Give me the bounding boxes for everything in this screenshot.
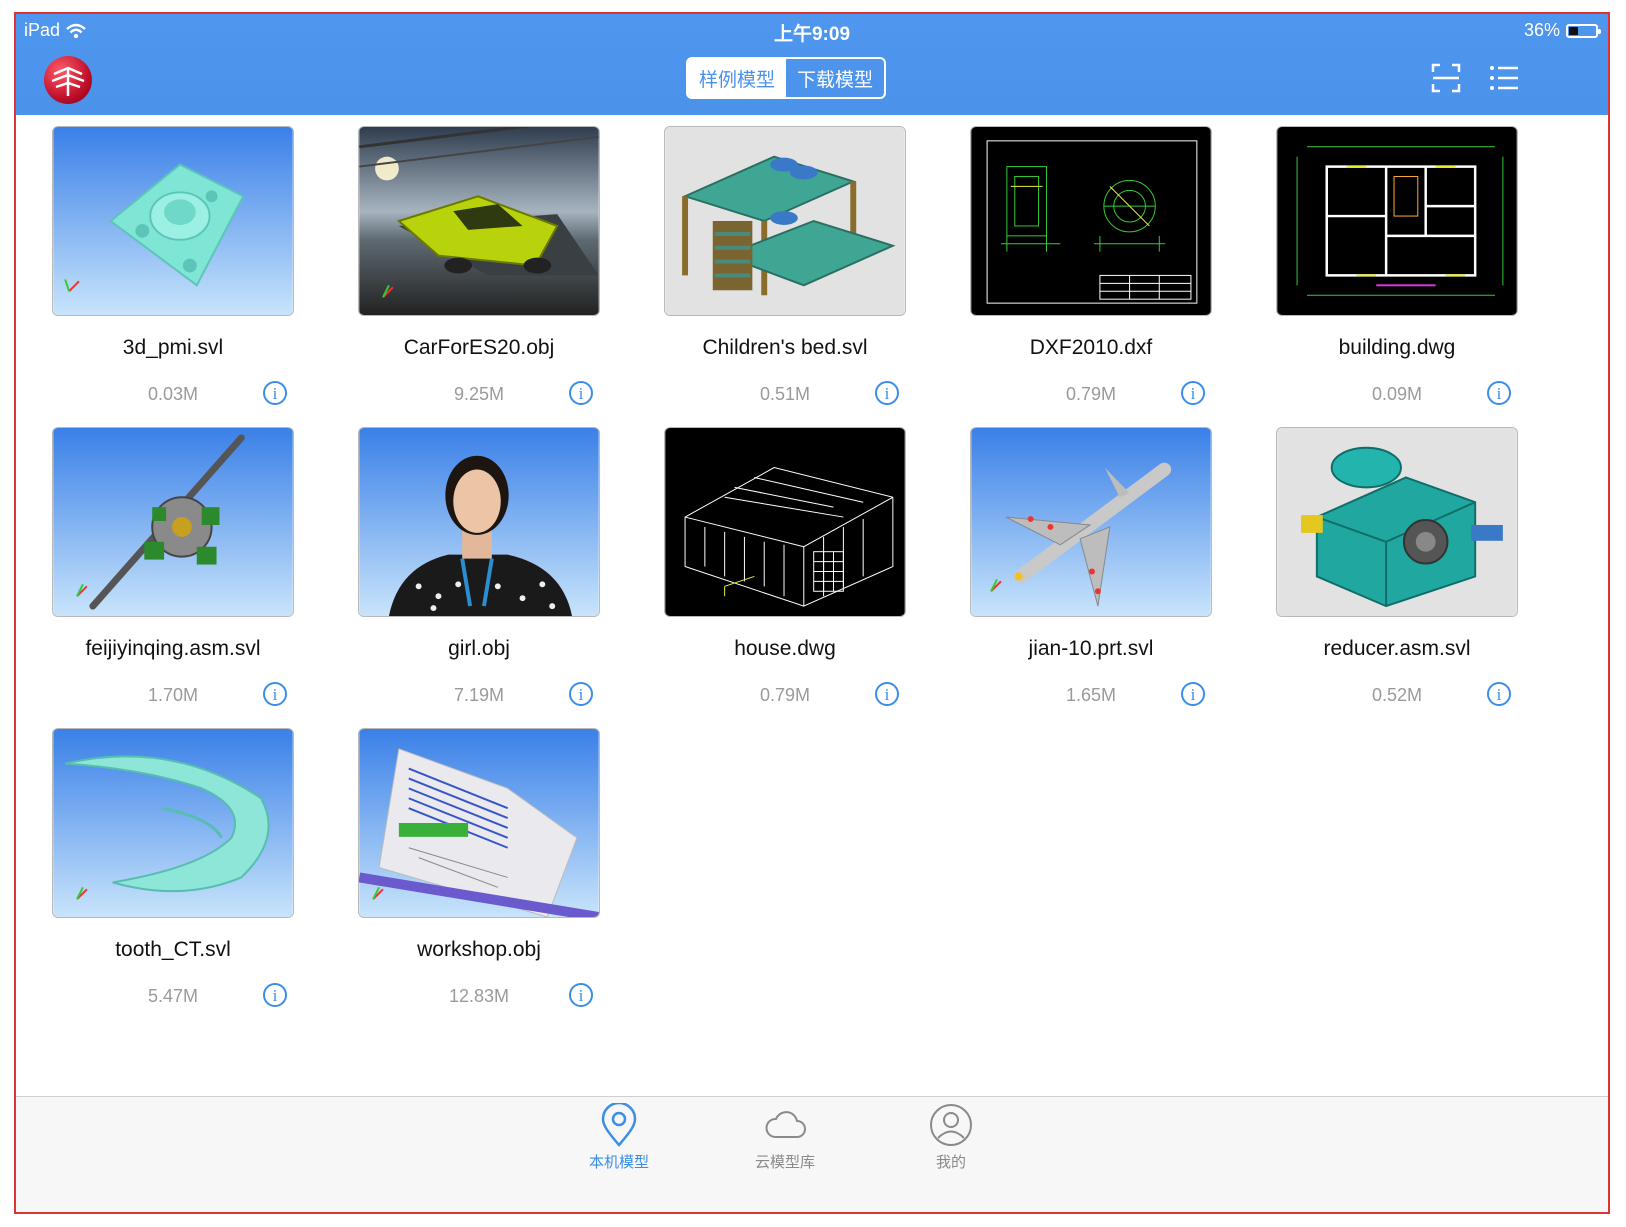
scan-icon[interactable] <box>1430 62 1462 94</box>
wireframe-house-thumbnail <box>665 428 905 616</box>
location-pin-icon <box>601 1103 637 1147</box>
info-icon[interactable]: i <box>1487 682 1511 706</box>
list-view-icon[interactable] <box>1488 62 1520 94</box>
model-name: building.dwg <box>1338 336 1456 359</box>
model-card[interactable]: jian-10.prt.svl 1.65M i <box>970 427 1212 717</box>
model-size: 0.03M <box>147 384 199 404</box>
model-card[interactable]: Children's bed.svl 0.51M i <box>664 126 906 416</box>
tab-local-models[interactable]: 本机模型 <box>564 1103 674 1172</box>
model-size: 1.65M <box>1065 685 1117 705</box>
model-name: jian-10.prt.svl <box>1028 637 1154 660</box>
logo-mark <box>51 66 85 96</box>
tab-label: 本机模型 <box>588 1154 649 1171</box>
model-name: house.dwg <box>734 637 836 660</box>
person-thumbnail <box>359 428 599 616</box>
model-size: 12.83M <box>448 986 510 1006</box>
model-name: CarForES20.obj <box>403 336 555 359</box>
model-size: 0.52M <box>1371 685 1423 705</box>
model-thumbnail[interactable] <box>358 427 600 617</box>
model-card[interactable]: 3d_pmi.svl 0.03M i <box>52 126 294 416</box>
info-icon[interactable]: i <box>263 682 287 706</box>
model-name: tooth_CT.svl <box>115 938 231 961</box>
user-icon <box>930 1104 972 1146</box>
info-icon[interactable]: i <box>569 983 593 1007</box>
top-bar: iPad 上午9:09 36% 样例模型 下载模型 <box>16 14 1608 115</box>
info-icon[interactable]: i <box>1181 682 1205 706</box>
gearbox-thumbnail <box>1277 428 1517 616</box>
model-size: 0.79M <box>759 685 811 705</box>
app-window: iPad 上午9:09 36% 样例模型 下载模型 3d_pmi.svl 0.0… <box>14 12 1610 1214</box>
segment-downloaded-models[interactable]: 下载模型 <box>786 59 884 97</box>
workshop-thumbnail <box>359 729 599 917</box>
tab-cloud-models[interactable]: 云模型库 <box>730 1103 840 1172</box>
model-card[interactable]: girl.obj 7.19M i <box>358 427 600 717</box>
engine-thumbnail <box>53 428 293 616</box>
model-size: 0.09M <box>1371 384 1423 404</box>
model-size: 9.25M <box>453 384 505 404</box>
status-time: 上午9:09 <box>773 24 851 45</box>
jet-thumbnail <box>971 428 1211 616</box>
status-right: 36% <box>1523 20 1601 41</box>
model-card[interactable]: workshop.obj 12.83M i <box>358 728 600 1018</box>
floor-plan-thumbnail <box>1277 127 1517 315</box>
cad-drawing-thumbnail <box>971 127 1211 315</box>
model-name: reducer.asm.svl <box>1323 637 1471 660</box>
model-thumbnail[interactable] <box>52 728 294 918</box>
model-grid: 3d_pmi.svl 0.03M i CarForES20.obj 9.25M … <box>16 115 1608 1096</box>
model-name: DXF2010.dxf <box>1029 336 1153 359</box>
tab-label: 我的 <box>935 1154 966 1171</box>
model-card[interactable]: building.dwg 0.09M i <box>1276 126 1518 416</box>
model-size: 0.51M <box>759 384 811 404</box>
info-icon[interactable]: i <box>263 983 287 1007</box>
model-card[interactable]: tooth_CT.svl 5.47M i <box>52 728 294 1018</box>
model-thumbnail[interactable] <box>664 126 906 316</box>
tab-profile[interactable]: 我的 <box>896 1103 1006 1172</box>
model-thumbnail[interactable] <box>664 427 906 617</box>
info-icon[interactable]: i <box>875 682 899 706</box>
model-name: 3d_pmi.svl <box>122 336 224 359</box>
model-thumbnail[interactable] <box>52 126 294 316</box>
model-source-segment: 样例模型 下载模型 <box>686 57 886 99</box>
model-thumbnail[interactable] <box>970 427 1212 617</box>
info-icon[interactable]: i <box>569 682 593 706</box>
battery-percent: 36% <box>1523 20 1560 40</box>
tab-bar: 本机模型 云模型库 我的 <box>16 1096 1608 1212</box>
model-size: 5.47M <box>147 986 199 1006</box>
app-logo <box>44 56 92 104</box>
bed-thumbnail <box>665 127 905 315</box>
model-thumbnail[interactable] <box>358 728 600 918</box>
model-card[interactable]: DXF2010.dxf 0.79M i <box>970 126 1212 416</box>
model-size: 0.79M <box>1065 384 1117 404</box>
info-icon[interactable]: i <box>569 381 593 405</box>
model-card[interactable]: reducer.asm.svl 0.52M i <box>1276 427 1518 717</box>
model-thumbnail[interactable] <box>52 427 294 617</box>
model-size: 7.19M <box>453 685 505 705</box>
model-card[interactable]: house.dwg 0.79M i <box>664 427 906 717</box>
bracket-thumbnail <box>53 127 293 315</box>
model-size: 1.70M <box>147 685 199 705</box>
model-thumbnail[interactable] <box>1276 126 1518 316</box>
info-icon[interactable]: i <box>1181 381 1205 405</box>
status-bar: iPad 上午9:09 36% <box>16 14 1608 45</box>
car-thumbnail <box>359 127 599 315</box>
model-name: feijiyinqing.asm.svl <box>85 637 261 660</box>
model-thumbnail[interactable] <box>1276 427 1518 617</box>
info-icon[interactable]: i <box>263 381 287 405</box>
tooth-thumbnail <box>53 729 293 917</box>
model-card[interactable]: feijiyinqing.asm.svl 1.70M i <box>52 427 294 717</box>
battery-level <box>1569 26 1578 35</box>
info-icon[interactable]: i <box>1487 381 1511 405</box>
cloud-icon <box>765 1111 806 1138</box>
model-name: girl.obj <box>448 637 510 660</box>
tab-label: 云模型库 <box>754 1154 815 1171</box>
model-thumbnail[interactable] <box>358 126 600 316</box>
model-card[interactable]: CarForES20.obj 9.25M i <box>358 126 600 416</box>
model-name: workshop.obj <box>417 938 541 961</box>
model-thumbnail[interactable] <box>970 126 1212 316</box>
info-icon[interactable]: i <box>875 381 899 405</box>
segment-sample-models[interactable]: 样例模型 <box>688 59 786 97</box>
battery-icon <box>1566 23 1601 38</box>
model-name: Children's bed.svl <box>702 336 868 359</box>
